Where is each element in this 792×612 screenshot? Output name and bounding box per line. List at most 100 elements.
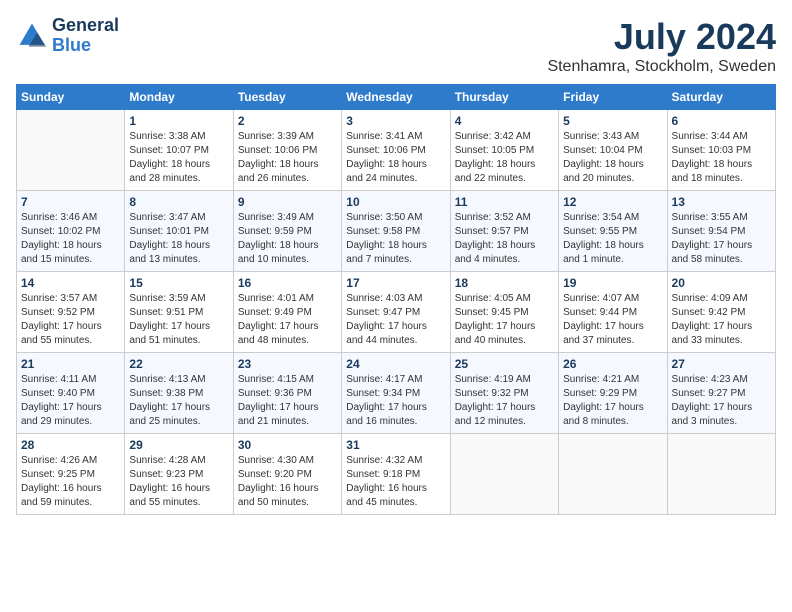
day-number: 16 (238, 276, 337, 290)
day-number: 19 (563, 276, 662, 290)
day-info: Sunrise: 4:09 AMSunset: 9:42 PMDaylight:… (672, 292, 771, 348)
day-info: Sunrise: 3:49 AMSunset: 9:59 PMDaylight:… (238, 211, 337, 267)
day-number: 25 (455, 357, 554, 371)
calendar-cell: 11Sunrise: 3:52 AMSunset: 9:57 PMDayligh… (450, 191, 558, 272)
title-area: July 2024 Stenhamra, Stockholm, Sweden (547, 16, 776, 76)
calendar-cell: 17 Sunrise: 4:03 AMSunset: 9:47 PMDayligh… (342, 272, 450, 353)
day-number: 2 (238, 114, 337, 128)
calendar-cell: 1Sunrise: 3:38 AMSunset: 10:07 PMDayligh… (125, 110, 233, 191)
day-number: 30 (238, 438, 337, 452)
calendar-cell: 26 Sunrise: 4:21 AMSunset: 9:29 PMDayligh… (559, 353, 667, 434)
day-info: Sunrise: 4:13 AMSunset: 9:38 PMDaylight:… (129, 373, 228, 429)
day-info: Sunrise: 4:11 AMSunset: 9:40 PMDaylight:… (21, 373, 120, 429)
day-number: 14 (21, 276, 120, 290)
day-number: 7 (21, 195, 120, 209)
calendar-cell (667, 434, 775, 515)
col-header-wednesday: Wednesday (342, 85, 450, 110)
logo-icon (16, 20, 48, 52)
day-info: Sunrise: 3:55 AMSunset: 9:54 PMDaylight:… (672, 211, 771, 267)
day-info: Sunrise: 4:15 AMSunset: 9:36 PMDaylight:… (238, 373, 337, 429)
calendar-week-row: 1Sunrise: 3:38 AMSunset: 10:07 PMDayligh… (17, 110, 776, 191)
calendar-cell: 3 Sunrise: 3:41 AMSunset: 10:06 PMDayligh… (342, 110, 450, 191)
col-header-monday: Monday (125, 85, 233, 110)
day-number: 6 (672, 114, 771, 128)
day-number: 4 (455, 114, 554, 128)
day-info: Sunrise: 3:47 AMSunset: 10:01 PMDaylight… (129, 211, 228, 267)
col-header-friday: Friday (559, 85, 667, 110)
calendar-cell: 23 Sunrise: 4:15 AMSunset: 9:36 PMDayligh… (233, 353, 341, 434)
day-info: Sunrise: 4:30 AMSunset: 9:20 PMDaylight:… (238, 454, 337, 510)
calendar-cell: 19Sunrise: 4:07 AMSunset: 9:44 PMDayligh… (559, 272, 667, 353)
calendar-cell (17, 110, 125, 191)
day-number: 15 (129, 276, 228, 290)
day-info: Sunrise: 4:01 AMSunset: 9:49 PMDaylight:… (238, 292, 337, 348)
day-info: Sunrise: 3:39 AMSunset: 10:06 PMDaylight… (238, 130, 337, 186)
calendar-cell: 2 Sunrise: 3:39 AMSunset: 10:06 PMDayligh… (233, 110, 341, 191)
calendar-cell: 13 Sunrise: 3:55 AMSunset: 9:54 PMDayligh… (667, 191, 775, 272)
day-number: 5 (563, 114, 662, 128)
calendar-cell: 10Sunrise: 3:50 AMSunset: 9:58 PMDayligh… (342, 191, 450, 272)
col-header-tuesday: Tuesday (233, 85, 341, 110)
calendar-cell: 25 Sunrise: 4:19 AMSunset: 9:32 PMDayligh… (450, 353, 558, 434)
day-number: 20 (672, 276, 771, 290)
month-title: July 2024 (547, 16, 776, 58)
calendar-cell: 29 Sunrise: 4:28 AMSunset: 9:23 PMDayligh… (125, 434, 233, 515)
calendar-cell: 14 Sunrise: 3:57 AMSunset: 9:52 PMDayligh… (17, 272, 125, 353)
day-info: Sunrise: 4:19 AMSunset: 9:32 PMDaylight:… (455, 373, 554, 429)
day-info: Sunrise: 3:42 AMSunset: 10:05 PMDaylight… (455, 130, 554, 186)
day-info: Sunrise: 4:26 AMSunset: 9:25 PMDaylight:… (21, 454, 120, 510)
day-number: 24 (346, 357, 445, 371)
calendar-week-row: 28Sunrise: 4:26 AMSunset: 9:25 PMDayligh… (17, 434, 776, 515)
calendar-cell: 5 Sunrise: 3:43 AMSunset: 10:04 PMDayligh… (559, 110, 667, 191)
calendar-cell: 15 Sunrise: 3:59 AMSunset: 9:51 PMDayligh… (125, 272, 233, 353)
day-info: Sunrise: 3:38 AMSunset: 10:07 PMDaylight… (129, 130, 228, 186)
calendar-cell: 18 Sunrise: 4:05 AMSunset: 9:45 PMDayligh… (450, 272, 558, 353)
day-info: Sunrise: 4:17 AMSunset: 9:34 PMDaylight:… (346, 373, 445, 429)
col-header-sunday: Sunday (17, 85, 125, 110)
logo-line2: Blue (52, 36, 119, 56)
calendar-cell: 7Sunrise: 3:46 AMSunset: 10:02 PMDayligh… (17, 191, 125, 272)
day-info: Sunrise: 3:41 AMSunset: 10:06 PMDaylight… (346, 130, 445, 186)
day-number: 9 (238, 195, 337, 209)
day-info: Sunrise: 3:59 AMSunset: 9:51 PMDaylight:… (129, 292, 228, 348)
day-number: 26 (563, 357, 662, 371)
day-number: 21 (21, 357, 120, 371)
calendar-cell: 8 Sunrise: 3:47 AMSunset: 10:01 PMDayligh… (125, 191, 233, 272)
calendar-cell: 20 Sunrise: 4:09 AMSunset: 9:42 PMDayligh… (667, 272, 775, 353)
calendar-cell: 21 Sunrise: 4:11 AMSunset: 9:40 PMDayligh… (17, 353, 125, 434)
calendar-cell (559, 434, 667, 515)
day-info: Sunrise: 3:43 AMSunset: 10:04 PMDaylight… (563, 130, 662, 186)
calendar-cell: 30 Sunrise: 4:30 AMSunset: 9:20 PMDayligh… (233, 434, 341, 515)
day-info: Sunrise: 4:28 AMSunset: 9:23 PMDaylight:… (129, 454, 228, 510)
calendar-week-row: 7Sunrise: 3:46 AMSunset: 10:02 PMDayligh… (17, 191, 776, 272)
day-number: 17 (346, 276, 445, 290)
day-number: 18 (455, 276, 554, 290)
logo: General Blue (16, 16, 119, 56)
day-number: 8 (129, 195, 228, 209)
calendar-header-row: SundayMondayTuesdayWednesdayThursdayFrid… (17, 85, 776, 110)
day-number: 13 (672, 195, 771, 209)
day-number: 3 (346, 114, 445, 128)
calendar-cell: 27Sunrise: 4:23 AMSunset: 9:27 PMDayligh… (667, 353, 775, 434)
page-header: General Blue July 2024 Stenhamra, Stockh… (16, 16, 776, 76)
day-info: Sunrise: 4:05 AMSunset: 9:45 PMDaylight:… (455, 292, 554, 348)
day-number: 29 (129, 438, 228, 452)
calendar-cell: 6 Sunrise: 3:44 AMSunset: 10:03 PMDayligh… (667, 110, 775, 191)
day-info: Sunrise: 4:03 AMSunset: 9:47 PMDaylight:… (346, 292, 445, 348)
day-info: Sunrise: 3:50 AMSunset: 9:58 PMDaylight:… (346, 211, 445, 267)
day-info: Sunrise: 4:32 AMSunset: 9:18 PMDaylight:… (346, 454, 445, 510)
calendar-cell: 24 Sunrise: 4:17 AMSunset: 9:34 PMDayligh… (342, 353, 450, 434)
col-header-thursday: Thursday (450, 85, 558, 110)
day-number: 11 (455, 195, 554, 209)
day-number: 12 (563, 195, 662, 209)
day-info: Sunrise: 3:57 AMSunset: 9:52 PMDaylight:… (21, 292, 120, 348)
calendar-cell (450, 434, 558, 515)
calendar-table: SundayMondayTuesdayWednesdayThursdayFrid… (16, 84, 776, 515)
logo-text: General Blue (52, 16, 119, 56)
day-info: Sunrise: 3:54 AMSunset: 9:55 PMDaylight:… (563, 211, 662, 267)
calendar-cell: 22Sunrise: 4:13 AMSunset: 9:38 PMDayligh… (125, 353, 233, 434)
day-info: Sunrise: 3:44 AMSunset: 10:03 PMDaylight… (672, 130, 771, 186)
day-number: 27 (672, 357, 771, 371)
day-number: 23 (238, 357, 337, 371)
day-info: Sunrise: 4:21 AMSunset: 9:29 PMDaylight:… (563, 373, 662, 429)
